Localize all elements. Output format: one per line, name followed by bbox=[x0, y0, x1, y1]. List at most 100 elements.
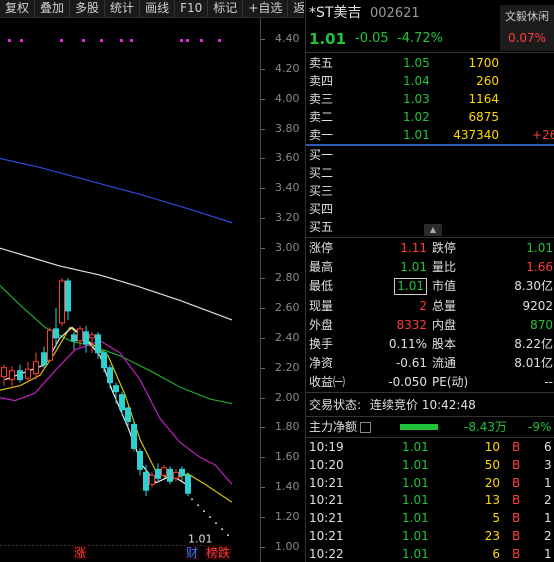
toolbar-button[interactable]: 标记 bbox=[208, 0, 244, 17]
stat-value-right: 8.30亿 bbox=[514, 279, 553, 294]
tick-row: 10:21 1.01 23 B 2 bbox=[306, 527, 554, 546]
kline-chart[interactable]: 1.01 涨 财榜跌 bbox=[0, 18, 260, 562]
stat-label: 净资 bbox=[309, 356, 334, 371]
tick-time: 10:20 bbox=[309, 457, 344, 472]
tick-count: 1 bbox=[544, 475, 552, 490]
stat-value-right: -- bbox=[544, 375, 553, 390]
toolbar-button[interactable]: 叠加 bbox=[35, 0, 71, 17]
candle-body bbox=[59, 280, 65, 324]
candle-body bbox=[143, 471, 149, 491]
stat-value: 1.11 bbox=[400, 241, 427, 255]
tick-count: 2 bbox=[544, 529, 552, 543]
menu-icon[interactable] bbox=[360, 422, 372, 433]
tick-time: 10:21 bbox=[309, 529, 344, 543]
ask-row: 卖一 1.01 437340 +26 bbox=[306, 126, 554, 145]
stat-label: 现量 bbox=[309, 298, 334, 313]
tick-mark bbox=[261, 188, 265, 190]
stat-value-right: 9202 bbox=[522, 298, 553, 313]
moving-average-line bbox=[0, 247, 233, 321]
tick-side: B bbox=[512, 529, 521, 543]
stat-label-right: 跌停 bbox=[432, 241, 457, 255]
toolbar-button[interactable]: +自选 bbox=[243, 0, 289, 17]
signal-marker bbox=[218, 39, 221, 42]
toolbar-button[interactable]: 复权 bbox=[0, 0, 36, 17]
price-tick-label: 4.20 bbox=[275, 61, 300, 75]
ask-volume: 1164 bbox=[468, 92, 499, 106]
tick-mark bbox=[261, 397, 265, 399]
candle-body bbox=[149, 474, 155, 485]
stat-row: 外盘 8332 内盘 870 bbox=[306, 316, 554, 335]
stat-label-right: 内盘 bbox=[432, 317, 457, 332]
toolbar-button[interactable]: F10 bbox=[175, 0, 209, 17]
capital-flow-bar bbox=[400, 424, 438, 430]
ask-price: 1.04 bbox=[403, 74, 430, 88]
stat-row: 最低 1.01 市值 8.30亿 bbox=[306, 277, 554, 296]
signal-marker bbox=[8, 39, 11, 42]
candle-body bbox=[25, 368, 31, 379]
bid-row: 买四 bbox=[306, 200, 554, 219]
forecast-dot bbox=[227, 534, 229, 537]
moving-average-line bbox=[0, 157, 233, 224]
trade-status-label: 交易状态: bbox=[309, 398, 362, 412]
event-marker[interactable]: 财 bbox=[186, 546, 198, 560]
signal-marker bbox=[180, 39, 183, 42]
tick-row: 10:21 1.01 13 B 2 bbox=[306, 491, 554, 510]
tick-time: 10:19 bbox=[309, 440, 344, 454]
toolbar-button[interactable]: 画线 bbox=[140, 0, 176, 17]
candle-body bbox=[173, 471, 179, 479]
stat-row: 换手 0.11% 股本 8.22亿 bbox=[306, 335, 554, 354]
stat-row: 收益㈠ -0.050 PE(动) -- bbox=[306, 373, 554, 392]
candle-body bbox=[161, 467, 167, 476]
candle-body bbox=[113, 385, 119, 393]
ask-volume: 1700 bbox=[468, 56, 499, 70]
tick-side: B bbox=[512, 546, 521, 561]
bid-row: 买一 bbox=[306, 146, 554, 165]
tick-mark bbox=[261, 68, 265, 70]
candle-body bbox=[125, 407, 131, 423]
price-tick-label: 4.40 bbox=[275, 31, 300, 45]
capital-flow-label: 主力净额 bbox=[309, 418, 372, 437]
signal-marker bbox=[60, 39, 63, 42]
forecast-dot bbox=[197, 504, 199, 507]
stock-code: 002621 bbox=[370, 6, 420, 21]
tick-mark bbox=[261, 218, 265, 220]
tick-row: 10:19 1.01 10 B 6 bbox=[306, 438, 554, 457]
capital-flow-pct: -9% bbox=[528, 420, 552, 434]
event-marker[interactable]: 涨 bbox=[74, 545, 86, 560]
bid-label: 买四 bbox=[309, 202, 334, 216]
tick-mark bbox=[261, 38, 265, 40]
last-price-label: 1.01 bbox=[188, 533, 213, 546]
event-marker[interactable]: 榜跌 bbox=[206, 545, 230, 560]
stat-value: -0.050 bbox=[388, 375, 427, 390]
tick-count: 1 bbox=[544, 511, 552, 526]
price-tick-label: 2.40 bbox=[275, 330, 300, 344]
tick-mark bbox=[261, 517, 265, 519]
toolbar-button[interactable]: 多股 bbox=[70, 0, 106, 17]
candle-body bbox=[71, 334, 77, 342]
tick-side: B bbox=[512, 440, 521, 454]
tick-time: 10:21 bbox=[309, 475, 344, 490]
capital-flow-row: 主力净额 -8.43万 -9% bbox=[306, 418, 554, 437]
ask-label: 卖三 bbox=[309, 92, 334, 106]
ask-label: 卖四 bbox=[309, 74, 334, 88]
separator bbox=[306, 237, 554, 238]
tick-price: 1.01 bbox=[402, 493, 429, 508]
price-tick-label: 1.40 bbox=[275, 480, 300, 494]
tick-mark bbox=[261, 307, 265, 309]
stat-label: 最高 bbox=[309, 260, 334, 275]
ask-volume: 437340 bbox=[453, 128, 499, 142]
trade-status-value: 连续竞价 10:42:48 bbox=[370, 398, 476, 412]
toolbar-button[interactable]: 统计 bbox=[105, 0, 141, 17]
tick-price: 1.01 bbox=[402, 529, 429, 543]
tick-side: B bbox=[512, 511, 521, 526]
tick-mark bbox=[261, 278, 265, 280]
tick-side: B bbox=[512, 457, 521, 472]
candle-body bbox=[167, 468, 173, 482]
tick-price: 1.01 bbox=[402, 475, 429, 490]
toolbar-button[interactable]: 返回 bbox=[288, 0, 304, 17]
collapse-arrow-icon[interactable]: ▲ bbox=[424, 224, 442, 236]
forecast-dot bbox=[203, 510, 205, 513]
candle-body bbox=[95, 334, 101, 354]
price-tick-label: 2.00 bbox=[275, 390, 300, 404]
tick-row: 10:20 1.01 50 B 3 bbox=[306, 456, 554, 475]
